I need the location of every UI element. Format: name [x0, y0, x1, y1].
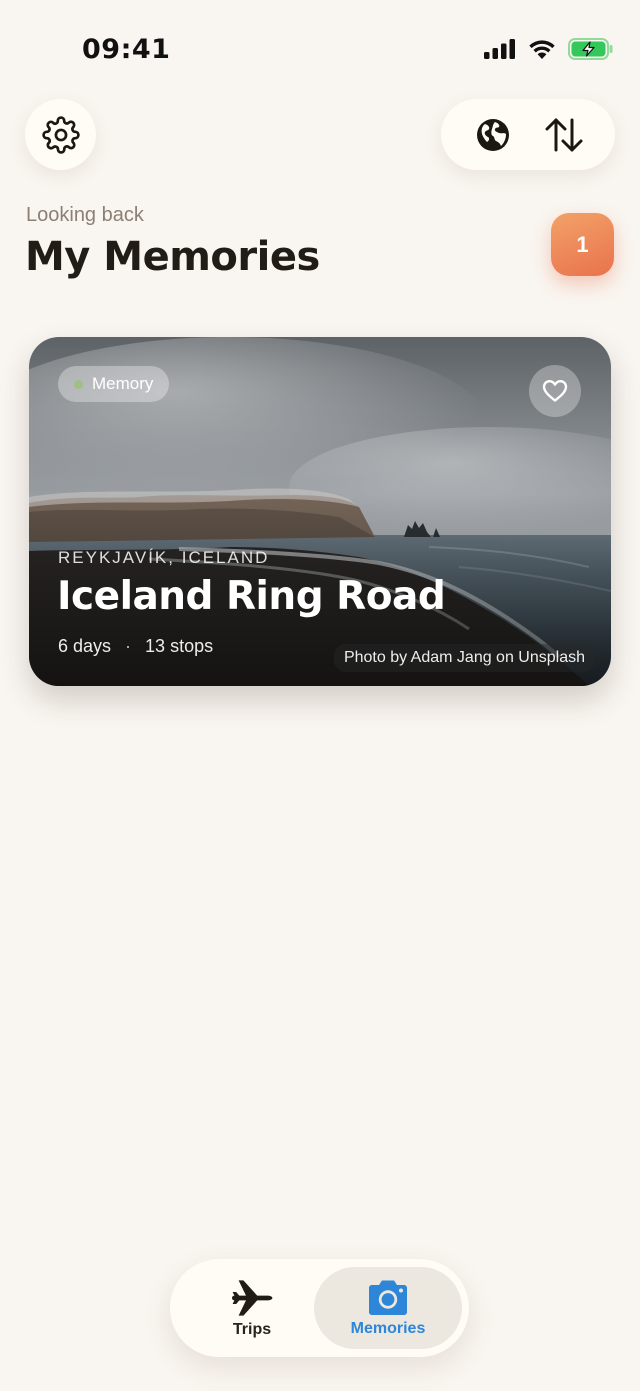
globe-button[interactable] [468, 110, 518, 160]
view-controls [441, 99, 615, 170]
memory-tag-label: Memory [92, 374, 154, 393]
tag-dot [74, 379, 83, 389]
tab-memories-label: Memories [350, 1319, 426, 1337]
sort-arrows-icon [545, 118, 582, 151]
photo-credit[interactable]: Photo by Adam Jang on Unsplash [333, 644, 595, 672]
page-title: My Memories [25, 234, 320, 280]
status-time: 09:41 [82, 34, 171, 65]
page-subtitle: Looking back [26, 204, 144, 226]
memory-meta: 6 days · 13 stops [58, 636, 213, 657]
memory-stops: 13 stops [145, 636, 214, 656]
memory-title: Iceland Ring Road [57, 574, 446, 619]
globe-icon [476, 118, 509, 151]
favorite-button[interactable] [529, 365, 581, 417]
memory-days: 6 days [58, 636, 112, 656]
status-bar: 09:41 [0, 0, 640, 100]
wifi-icon [529, 40, 555, 59]
battery-charging-icon [568, 38, 613, 60]
tab-trips-label: Trips [232, 1320, 272, 1338]
memory-tag: Memory [58, 366, 170, 402]
camera-icon [369, 1280, 407, 1315]
sort-button[interactable] [539, 110, 589, 160]
airplane-icon [232, 1279, 273, 1316]
meta-separator: · [125, 636, 132, 656]
memory-card[interactable]: Memory REYKJAVÍK, ICELAND Iceland Ring R… [29, 337, 611, 686]
memory-location: REYKJAVÍK, ICELAND [58, 548, 270, 567]
gear-icon [41, 115, 80, 154]
tab-memories[interactable]: Memories [314, 1267, 462, 1349]
status-icons [484, 38, 614, 60]
settings-button[interactable] [25, 99, 96, 170]
memory-count-badge[interactable]: 1 [551, 213, 614, 276]
tab-bar: Trips Memories [170, 1259, 469, 1357]
heart-icon [542, 380, 568, 402]
tab-trips[interactable]: Trips [178, 1267, 326, 1349]
cellular-signal-icon [484, 39, 515, 59]
